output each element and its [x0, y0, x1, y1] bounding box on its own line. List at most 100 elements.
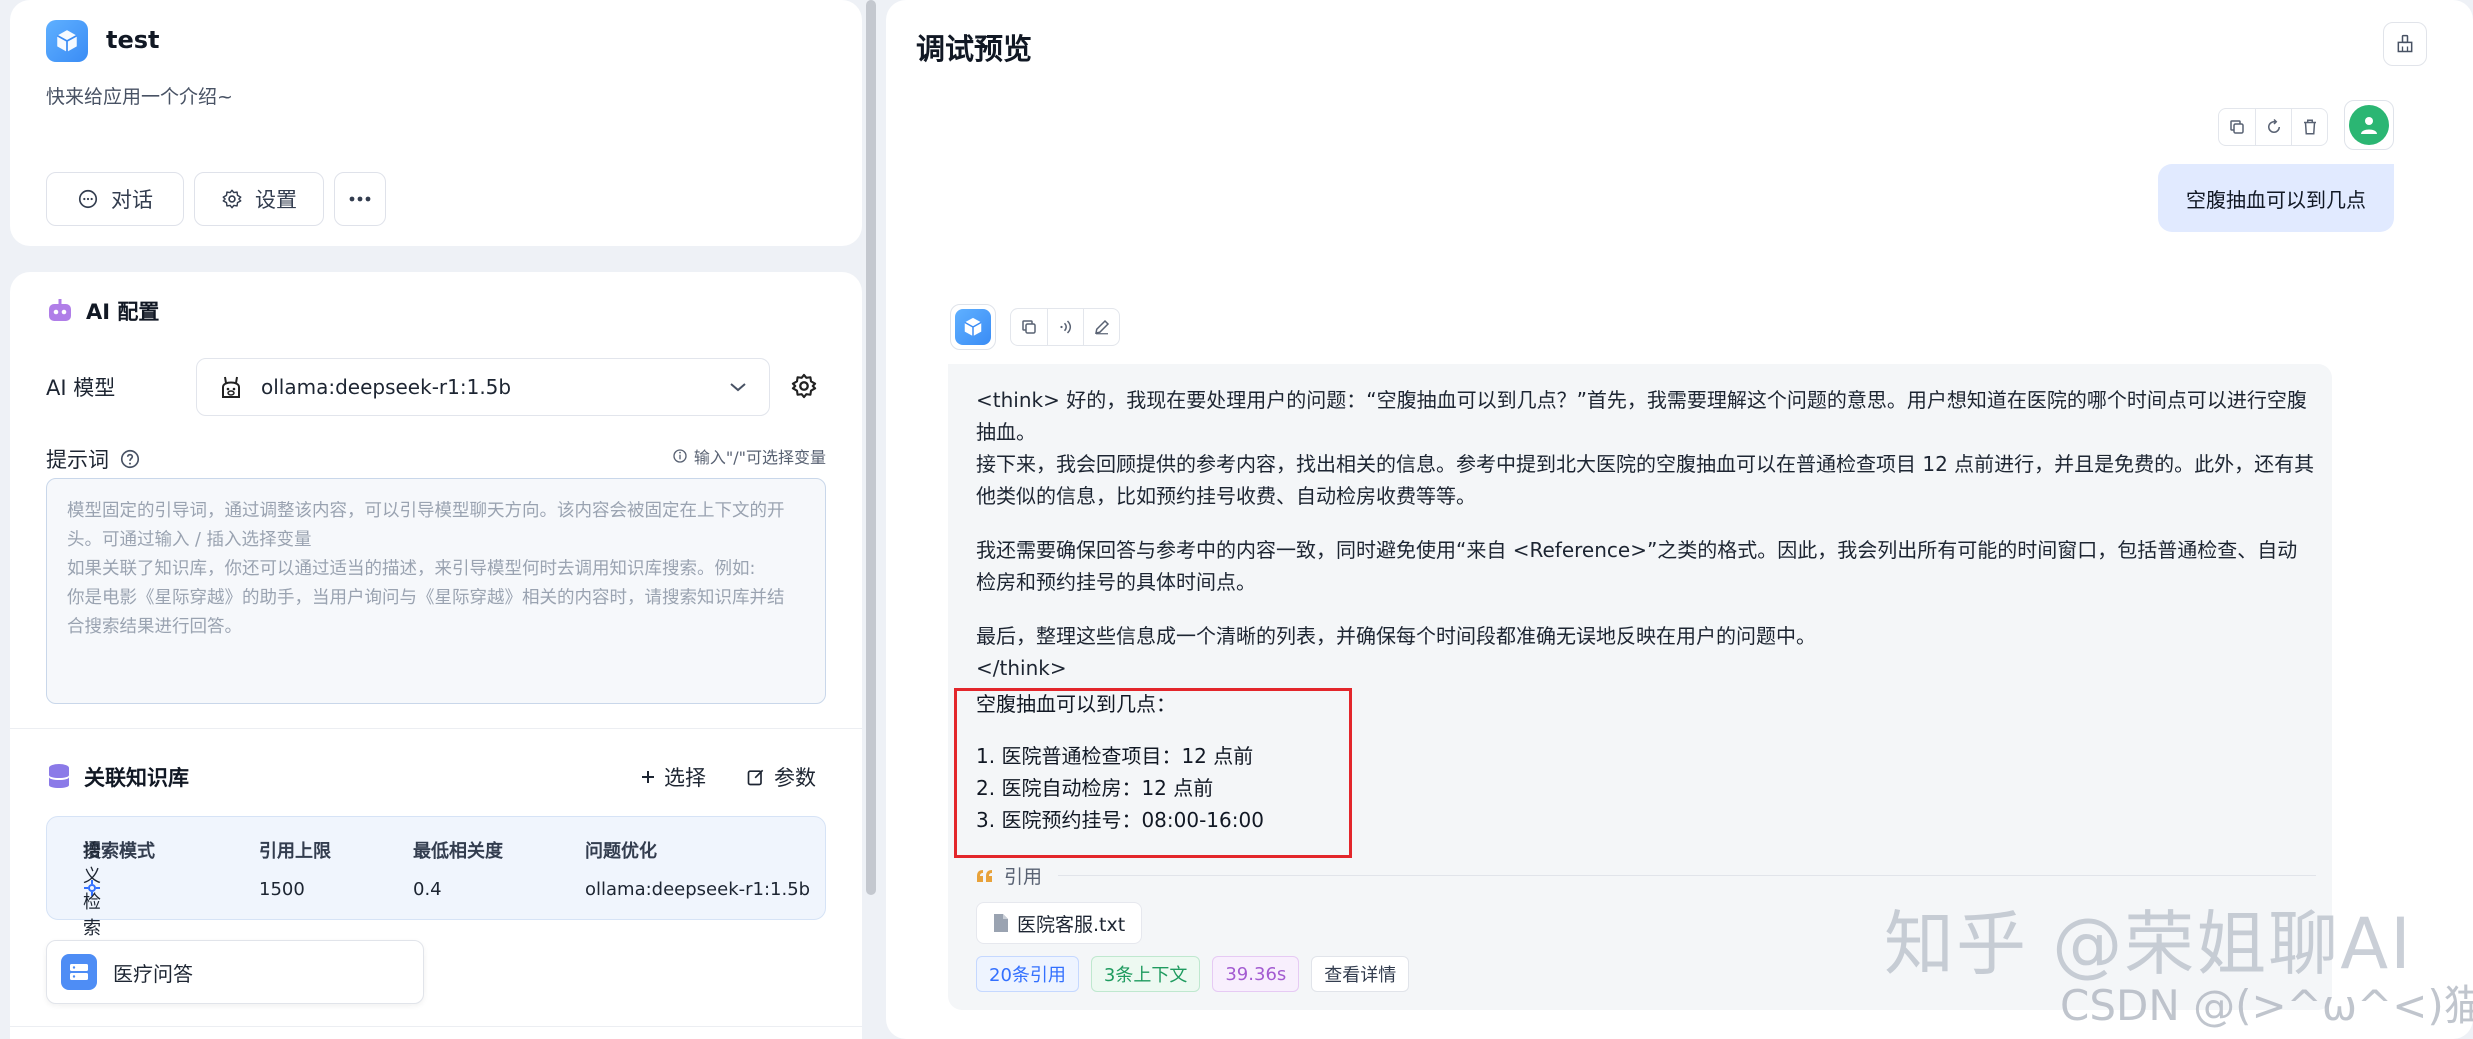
dataset-params-button[interactable]: 参数 — [746, 762, 816, 792]
ai-model-label: AI 模型 — [46, 376, 116, 400]
prompt-label-row: 提示词 — [46, 444, 141, 474]
robot-icon — [49, 299, 71, 321]
quote-label: 引用 — [1004, 866, 1043, 888]
answer-question: 空腹抽血可以到几点： — [976, 692, 1176, 716]
plus-icon — [642, 771, 654, 783]
file-icon — [994, 914, 1008, 932]
user-avatar — [2344, 100, 2394, 150]
think-paragraph: <think> 好的，我现在要处理用户的问题：“空腹抽血可以到几点？”首先，我需… — [976, 388, 2315, 508]
table-header-cell: 最低相关度 — [413, 841, 503, 862]
user-message-bubble: 空腹抽血可以到几点 — [2158, 164, 2394, 232]
ai-config-card: AI 配置 AI 模型 ollama:deepseek-r1:1.5b 提示词 … — [10, 272, 862, 1039]
file-name: 医院客服.txt — [1017, 913, 1126, 936]
help-icon[interactable] — [119, 448, 141, 470]
delete-button[interactable] — [2291, 109, 2327, 145]
edit-icon — [747, 769, 764, 786]
citation-count-tag[interactable]: 20条引用 — [976, 956, 1079, 992]
preview-title: 调试预览 — [916, 32, 1033, 66]
settings-button-label: 设置 — [255, 188, 297, 212]
table-cell: ollama:deepseek-r1:1.5b — [585, 879, 811, 900]
table-cell: 语义检索 — [83, 840, 101, 939]
ai-think-text: <think> 好的，我现在要处理用户的问题：“空腹抽血可以到几点？”首先，我需… — [976, 384, 2316, 706]
chevron-down-icon — [730, 383, 746, 392]
chat-button[interactable]: 对话 — [46, 172, 184, 226]
prompt-variable-hint: 输入"/"可选择变量 — [672, 444, 826, 468]
knowledge-title: 关联知识库 — [84, 766, 189, 790]
gear-icon — [222, 189, 242, 209]
dataset-item[interactable]: 医疗问答 — [46, 940, 424, 1004]
table-header-cell: 问题优化 — [585, 841, 657, 862]
quote-header: 引用 — [976, 862, 2316, 889]
ai-avatar — [950, 304, 996, 350]
table-cell: 0.4 — [413, 879, 442, 900]
ai-model-select[interactable]: ollama:deepseek-r1:1.5b — [196, 358, 770, 416]
broom-icon — [2397, 34, 2413, 53]
context-count-tag[interactable]: 3条上下文 — [1090, 956, 1201, 992]
more-icon — [349, 196, 371, 202]
answer-item: 3. 医院预约挂号：08:00-16:00 — [976, 808, 1264, 832]
ollama-icon — [222, 376, 240, 398]
user-message-controls — [2218, 108, 2328, 146]
app-logo-icon — [964, 317, 982, 337]
think-paragraph: 我还需要确保回答与参考中的内容一致，同时避免使用“来自 <Reference>”… — [976, 538, 2298, 594]
table-header-cell: 引用上限 — [259, 841, 331, 862]
prompt-textarea[interactable]: 模型固定的引导词，通过调整该内容，可以引导模型聊天方向。该内容会被固定在上下文的… — [46, 478, 826, 704]
trash-icon — [2303, 119, 2316, 135]
app-logo-icon — [46, 20, 88, 62]
refresh-icon — [2267, 118, 2280, 133]
ai-model-value: ollama:deepseek-r1:1.5b — [261, 375, 512, 399]
copy-button[interactable] — [1011, 309, 1047, 345]
left-panel-scrollbar[interactable] — [866, 0, 876, 895]
prompt-placeholder-line: 你是电影《星际穿越》的助手，当用户询问与《星际穿越》相关的内容时，请搜索知识库并… — [67, 588, 785, 608]
prompt-placeholder-line: 头。可通过输入 / 插入选择变量 — [67, 530, 312, 550]
edit-button[interactable] — [1083, 309, 1119, 345]
quote-file-chip[interactable]: 医院客服.txt — [976, 902, 1143, 944]
info-icon — [673, 449, 687, 463]
copy-icon — [2230, 120, 2244, 134]
ai-config-header: AI 配置 — [46, 296, 159, 326]
response-tags: 20条引用 3条上下文 39.36s 查看详情 — [976, 956, 1410, 992]
table-cell: 1500 — [259, 879, 305, 900]
answer-item: 2. 医院自动检房：12 点前 — [976, 776, 1214, 800]
quote-icon — [977, 869, 992, 882]
ai-answer: 空腹抽血可以到几点： 1. 医院普通检查项目：12 点前 2. 医院自动检房：1… — [976, 688, 1264, 836]
retry-button[interactable] — [2255, 109, 2291, 145]
knowledge-actions: 选择 参数 — [640, 762, 816, 792]
model-settings-button[interactable] — [790, 372, 818, 400]
prompt-placeholder-line: 合搜索结果进行回答。 — [67, 617, 242, 637]
ai-message-controls — [1010, 308, 1120, 346]
select-label: 选择 — [664, 766, 706, 790]
knowledge-header: 关联知识库 — [46, 762, 189, 792]
think-paragraph: 最后，整理这些信息成一个清晰的列表，并确保每个时间段都准确无误地反映在用户的问题… — [976, 624, 1816, 680]
user-icon — [2361, 117, 2377, 134]
clear-chat-button[interactable] — [2383, 22, 2427, 66]
prompt-label: 提示词 — [46, 448, 109, 472]
select-dataset-button[interactable]: 选择 — [640, 762, 706, 792]
read-aloud-button[interactable] — [1047, 309, 1083, 345]
prompt-hint-text: 输入"/"可选择变量 — [693, 448, 826, 467]
copy-button[interactable] — [2219, 109, 2255, 145]
copy-icon — [1022, 320, 1036, 334]
sound-icon — [1059, 320, 1071, 334]
prompt-placeholder-line: 模型固定的引导词，通过调整该内容，可以引导模型聊天方向。该内容会被固定在上下文的… — [67, 501, 785, 521]
search-params-table[interactable]: 搜索模式 引用上限 最低相关度 问题优化 语义检索 1500 0.4 ollam… — [46, 816, 826, 939]
dataset-icon — [61, 954, 97, 990]
section-divider — [10, 1026, 862, 1027]
gear-icon — [791, 373, 817, 399]
database-icon — [49, 764, 69, 788]
watermark-csdn: CSDN @(>^ω^<)猫 — [2060, 981, 2473, 1030]
params-label: 参数 — [774, 766, 816, 790]
view-details-button[interactable]: 查看详情 — [1311, 956, 1410, 992]
app-intro[interactable]: 快来给应用一个介绍~ — [46, 82, 233, 109]
ai-config-title: AI 配置 — [86, 300, 160, 324]
search-mode-cell: 语义检索 — [83, 840, 101, 939]
dataset-name: 医疗问答 — [113, 961, 193, 986]
settings-button[interactable]: 设置 — [194, 172, 324, 226]
more-button[interactable] — [334, 172, 386, 226]
app-name: test — [106, 26, 160, 54]
duration-tag: 39.36s — [1212, 956, 1300, 992]
chat-icon — [78, 189, 98, 209]
pencil-icon — [1094, 319, 1109, 335]
prompt-placeholder-line: 如果关联了知识库，你还可以通过适当的描述，来引导模型何时去调用知识库搜索。例如: — [67, 559, 756, 579]
section-divider — [10, 728, 862, 729]
